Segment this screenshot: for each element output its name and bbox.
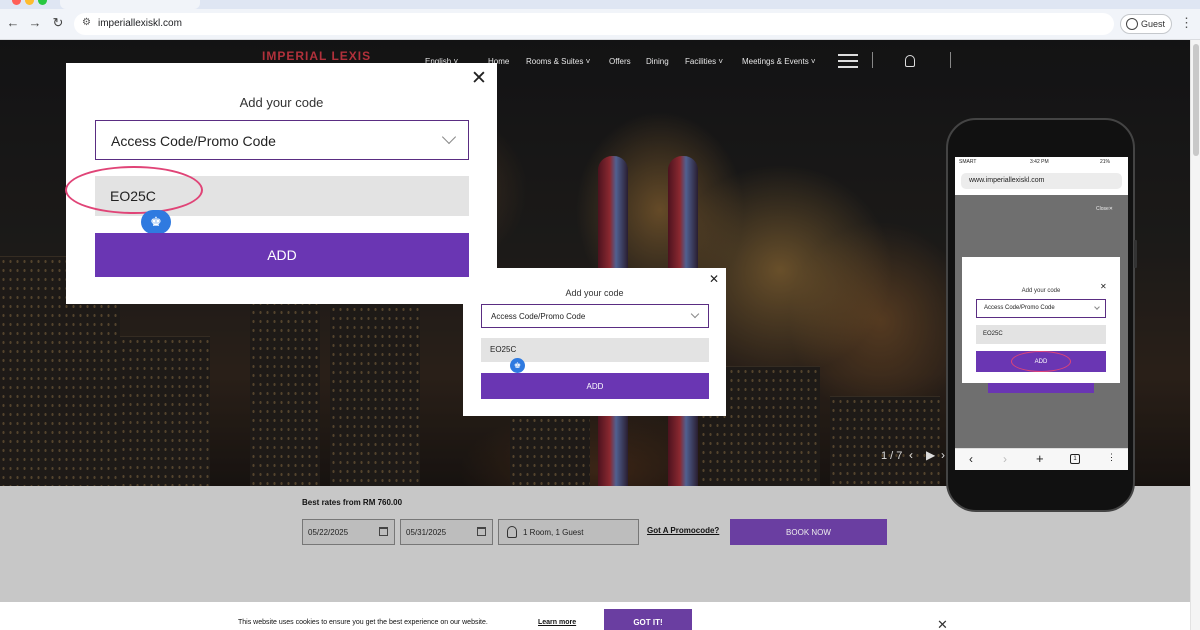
chevron-down-icon [690,309,700,319]
chevron-down-icon: ˅ [808,57,816,66]
phone-modal-backdrop: Close✕ ✕ Add your code Access Code/Promo… [955,195,1128,448]
close-icon[interactable]: ✕ [709,273,719,285]
chevron-down-icon [441,129,457,145]
phone-close-link[interactable]: Close✕ [1096,206,1113,212]
promo-code-dialog-zoom: ✕ Add your code Access Code/Promo Code E… [65,63,497,304]
phone-toolbar: ‹ › + 1 ⋮ [955,448,1128,470]
phone-time: 3:42 PM [1030,159,1049,165]
dialog-title: Add your code [565,288,624,298]
address-url: imperiallexiskl.com [98,18,182,29]
divider [950,52,951,68]
promo-code-dialog: ✕ Add your code Access Code/Promo Code E… [463,268,726,416]
book-now-button[interactable]: BOOK NOW [730,519,887,545]
chevron-down-icon [1094,304,1100,310]
dialog-title: Add your code [239,95,324,110]
nav-rooms-suites[interactable]: Rooms & Suites ˅ [526,57,590,66]
calendar-icon [477,527,486,536]
browser-menu-icon[interactable]: ⋮ [1180,15,1193,31]
nav-label: Facilities [685,57,717,66]
hamburger-menu-icon[interactable] [838,54,858,68]
profile-button[interactable]: Guest [1120,14,1172,34]
battery-level: 21% [1100,159,1111,165]
dialog-title: Add your code [1021,288,1061,294]
rooms-guests-value: 1 Room, 1 Guest [523,528,584,537]
more-menu-icon[interactable]: ⋮ [1107,452,1116,463]
chevron-down-icon: ˅ [716,57,724,66]
nav-facilities[interactable]: Facilities ˅ [685,57,723,66]
chevron-down-icon: ˅ [583,57,591,66]
close-label: Close [1096,206,1109,212]
phone-address-bar[interactable]: www.imperiallexiskl.com [961,173,1122,189]
slide-counter: 1 / 7 [881,450,903,462]
check-in-date-input[interactable]: 05/22/2025 [302,519,395,545]
back-arrow-icon[interactable]: ← [4,14,22,32]
nav-offers[interactable]: Offers [609,57,631,66]
slider-next-icon[interactable]: › [941,448,945,462]
best-rates-text: Best rates from RM 760.00 [302,498,403,507]
forward-arrow-icon[interactable]: › [1003,452,1007,466]
divider [872,52,873,68]
phone-screen: SMART 3:42 PM 21% www.imperiallexiskl.co… [955,157,1128,470]
phone-promo-dialog: ✕ Add your code Access Code/Promo Code E… [962,257,1120,383]
code-type-value: Access Code/Promo Code [984,305,1055,311]
active-tab[interactable] [60,0,200,9]
rooms-guests-selector[interactable]: 1 Room, 1 Guest [498,519,639,545]
highlight-circle [65,166,203,214]
tab-count-icon[interactable]: 1 [1070,454,1080,464]
cookie-banner [0,602,1190,630]
page-scrollbar[interactable] [1190,40,1200,630]
scroll-thumb[interactable] [1193,44,1199,156]
code-type-select[interactable]: Access Code/Promo Code [976,299,1106,318]
user-account-icon[interactable] [905,55,915,67]
address-bar[interactable]: ⚙ imperiallexiskl.com [74,13,1114,35]
code-type-select[interactable]: Access Code/Promo Code [95,120,469,160]
nav-label: Rooms & Suites [526,57,584,66]
new-tab-icon[interactable]: + [1036,451,1044,466]
forward-arrow-icon[interactable]: → [26,14,44,32]
learn-more-link[interactable]: Learn more [538,619,576,626]
hotel-logo[interactable]: IMPERIAL LEXIS [262,49,371,63]
phone-side-button [1134,240,1137,268]
code-type-select[interactable]: Access Code/Promo Code [481,304,709,328]
slider-play-icon[interactable]: ▶ [926,448,935,462]
back-arrow-icon[interactable]: ‹ [969,452,973,466]
profile-icon [1126,18,1138,30]
carrier-label: SMART [959,159,977,165]
add-code-button[interactable]: ADD [481,373,709,399]
promo-code-link[interactable]: Got A Promocode? [647,526,719,535]
user-icon [507,526,517,538]
slider-prev-icon[interactable]: ‹ [909,448,913,462]
extension-badge-icon: ♚ [141,210,171,234]
highlight-circle [1011,351,1071,372]
check-out-date-input[interactable]: 05/31/2025 [400,519,493,545]
code-type-value: Access Code/Promo Code [111,133,276,149]
nav-label: Meetings & Events [742,57,809,66]
reload-icon[interactable]: ↻ [49,14,67,32]
cookie-text: This website uses cookies to ensure you … [238,619,488,626]
check-out-value: 05/31/2025 [406,528,447,537]
check-in-value: 05/22/2025 [308,528,349,537]
extension-badge-icon: ♚ [510,358,525,373]
nav-dining[interactable]: Dining [646,57,669,66]
got-it-button[interactable]: GOT IT! [604,609,692,630]
close-icon: ✕ [1108,206,1113,212]
promo-code-input[interactable]: EO25C [976,325,1106,344]
close-icon[interactable]: ✕ [471,69,487,88]
add-code-button[interactable]: ADD [95,233,469,277]
close-icon[interactable]: ✕ [937,617,948,630]
browser-chrome: ← → ↻ ⚙ imperiallexiskl.com Guest ⋮ [0,0,1200,40]
site-settings-icon[interactable]: ⚙ [82,17,91,28]
code-type-value: Access Code/Promo Code [491,312,586,321]
profile-label: Guest [1141,19,1166,29]
phone-status-bar: SMART 3:42 PM 21% [955,157,1128,167]
nav-meetings-events[interactable]: Meetings & Events ˅ [742,57,816,66]
calendar-icon [379,527,388,536]
